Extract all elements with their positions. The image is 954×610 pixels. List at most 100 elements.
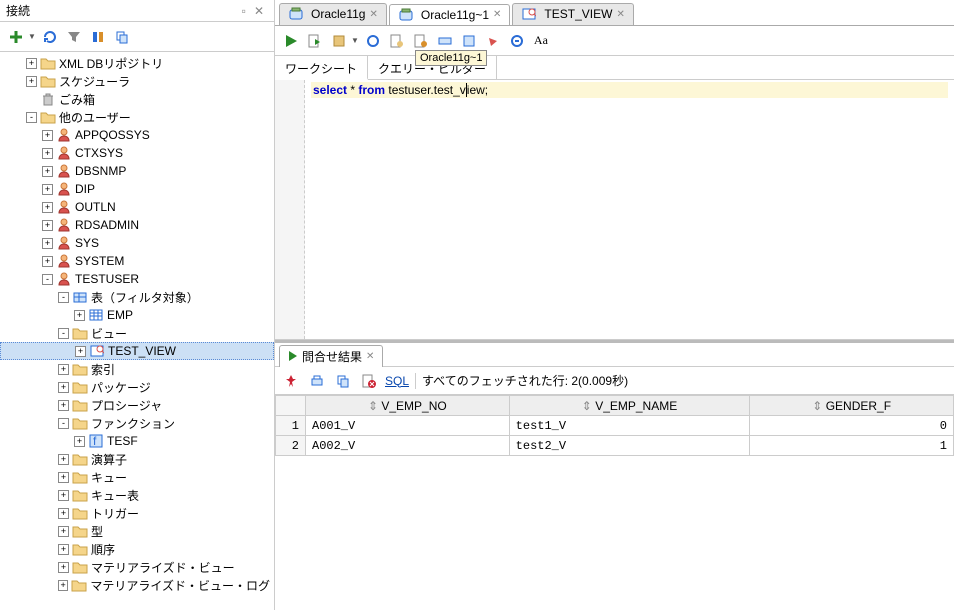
tree-node[interactable]: +OUTLN [0, 198, 274, 216]
sql-link[interactable]: SQL [385, 374, 409, 388]
tree-node[interactable]: +TEST_VIEW [0, 342, 274, 360]
filter-icon[interactable] [64, 27, 84, 47]
table-row[interactable]: 2A002_Vtest2_V1 [276, 436, 954, 456]
refresh-icon[interactable] [40, 27, 60, 47]
close-icon[interactable]: ✕ [493, 9, 501, 20]
grid-cell[interactable]: test1_V [509, 416, 750, 436]
expander-icon[interactable]: - [42, 274, 53, 285]
settings-icon[interactable] [88, 27, 108, 47]
expander-icon[interactable]: + [58, 508, 69, 519]
tree-node[interactable]: +DBSNMP [0, 162, 274, 180]
expander-icon[interactable]: + [74, 436, 85, 447]
cancel-icon[interactable] [359, 371, 379, 391]
grid-cell[interactable]: A002_V [306, 436, 510, 456]
expander-icon[interactable]: - [58, 328, 69, 339]
tree-node[interactable]: +EMP [0, 306, 274, 324]
close-icon[interactable]: ✕ [369, 9, 377, 20]
tree-node[interactable]: +fTESF [0, 432, 274, 450]
tree-node[interactable]: +パッケージ [0, 378, 274, 396]
expander-icon[interactable]: + [42, 202, 53, 213]
expander-icon[interactable]: + [26, 76, 37, 87]
grid-cell[interactable]: 0 [750, 416, 954, 436]
dropdown-icon[interactable]: ▼ [28, 32, 36, 41]
tree-node[interactable]: -TESTUSER [0, 270, 274, 288]
editor-content[interactable]: select * from testuser.test_view; [305, 80, 954, 339]
clear-icon[interactable] [483, 31, 503, 51]
tree-node[interactable]: +スケジューラ [0, 72, 274, 90]
tree-node[interactable]: +キュー [0, 468, 274, 486]
commit-icon[interactable] [387, 31, 407, 51]
pin-icon[interactable] [281, 371, 301, 391]
table-row[interactable]: 1A001_Vtest1_V0 [276, 416, 954, 436]
grid-header[interactable]: ⇕ V_EMP_NAME [509, 396, 750, 416]
expander-icon[interactable]: + [58, 544, 69, 555]
expander-icon[interactable]: + [58, 382, 69, 393]
tree-node[interactable]: -表（フィルタ対象） [0, 288, 274, 306]
expander-icon[interactable]: + [58, 364, 69, 375]
grid-cell[interactable]: test2_V [509, 436, 750, 456]
unshared-icon[interactable] [435, 31, 455, 51]
tree-node[interactable]: +トリガー [0, 504, 274, 522]
expander-icon[interactable]: + [42, 238, 53, 249]
close-icon[interactable]: ✕ [616, 9, 624, 20]
tree-node[interactable]: +RDSADMIN [0, 216, 274, 234]
grid-header[interactable]: ⇕ V_EMP_NO [306, 396, 510, 416]
tree-node[interactable]: ごみ箱 [0, 90, 274, 108]
tree-node[interactable]: +プロシージャ [0, 396, 274, 414]
tree-node[interactable]: +マテリアライズド・ビュー [0, 558, 274, 576]
tree-node[interactable]: +DIP [0, 180, 274, 198]
expander-icon[interactable]: + [42, 184, 53, 195]
tree-node[interactable]: -ビュー [0, 324, 274, 342]
connection-tree[interactable]: +XML DBリポジトリ+スケジューラごみ箱-他のユーザー+APPQOSSYS+… [0, 52, 274, 610]
close-panel-icon[interactable]: ✕ [250, 4, 268, 18]
sql-editor[interactable]: select * from testuser.test_view; [275, 80, 954, 340]
expander-icon[interactable]: + [42, 148, 53, 159]
expander-icon[interactable]: + [58, 454, 69, 465]
grid-cell[interactable]: 1 [750, 436, 954, 456]
tree-node[interactable]: -他のユーザー [0, 108, 274, 126]
expander-icon[interactable]: + [58, 580, 68, 591]
results-grid[interactable]: ⇕ V_EMP_NO⇕ V_EMP_NAME⇕ GENDER_F1A001_Vt… [275, 395, 954, 456]
run-icon[interactable] [281, 31, 301, 51]
wrap-icon[interactable] [507, 31, 527, 51]
tree-node[interactable]: +XML DBリポジトリ [0, 54, 274, 72]
expander-icon[interactable]: + [42, 130, 53, 141]
tab-worksheet[interactable]: ワークシート [275, 56, 368, 80]
close-icon[interactable]: ✕ [366, 351, 374, 362]
history-icon[interactable] [459, 31, 479, 51]
copy-icon[interactable] [112, 27, 132, 47]
explain-plan-icon[interactable] [329, 31, 349, 51]
minimize-icon[interactable]: ▫ [238, 4, 250, 18]
run-script-icon[interactable] [305, 31, 325, 51]
new-connection-icon[interactable] [6, 27, 26, 47]
tree-node[interactable]: +SYSTEM [0, 252, 274, 270]
tree-node[interactable]: +型 [0, 522, 274, 540]
tree-node[interactable]: +CTXSYS [0, 144, 274, 162]
results-tab[interactable]: 問合せ結果 ✕ [279, 345, 383, 367]
expander-icon[interactable]: + [26, 58, 37, 69]
export-icon[interactable] [333, 371, 353, 391]
expander-icon[interactable]: + [58, 400, 69, 411]
expander-icon[interactable]: - [58, 292, 69, 303]
editor-tab[interactable]: TEST_VIEW✕ [512, 3, 633, 25]
rollback-icon[interactable] [411, 31, 431, 51]
expander-icon[interactable]: + [74, 310, 85, 321]
expander-icon[interactable]: + [58, 562, 69, 573]
expander-icon[interactable]: + [58, 526, 69, 537]
tree-node[interactable]: +マテリアライズド・ビュー・ログ [0, 576, 274, 594]
tree-node[interactable]: +キュー表 [0, 486, 274, 504]
tree-node[interactable]: +順序 [0, 540, 274, 558]
expander-icon[interactable]: + [75, 346, 86, 357]
autotrace-icon[interactable] [363, 31, 383, 51]
dropdown-icon[interactable]: ▼ [351, 36, 359, 45]
tree-node[interactable]: +SYS [0, 234, 274, 252]
case-icon[interactable]: Aa [531, 31, 551, 51]
tree-node[interactable]: +APPQOSSYS [0, 126, 274, 144]
expander-icon[interactable]: + [58, 472, 69, 483]
expander-icon[interactable]: - [26, 112, 37, 123]
print-icon[interactable] [307, 371, 327, 391]
editor-tab[interactable]: Oracle11g~1✕ [389, 4, 511, 26]
expander-icon[interactable]: + [58, 490, 69, 501]
grid-cell[interactable]: A001_V [306, 416, 510, 436]
expander-icon[interactable]: - [58, 418, 69, 429]
